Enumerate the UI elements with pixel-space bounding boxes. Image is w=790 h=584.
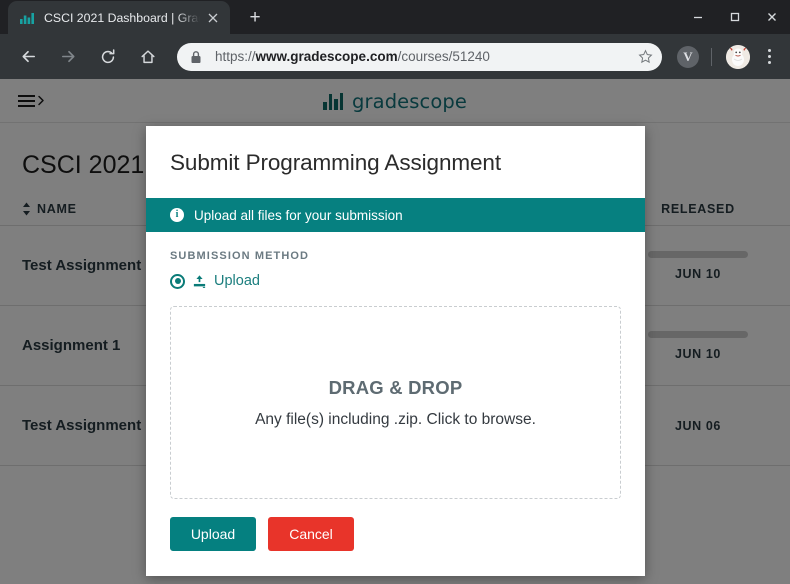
submission-method-label: Upload bbox=[214, 273, 260, 289]
file-dropzone[interactable]: DRAG & DROP Any file(s) including .zip. … bbox=[170, 306, 621, 499]
modal-actions: Upload Cancel bbox=[146, 499, 645, 551]
banner-text: Upload all files for your submission bbox=[194, 207, 403, 223]
browser-toolbar: https://www.gradescope.com/courses/51240… bbox=[0, 34, 790, 79]
radio-button-selected[interactable] bbox=[170, 273, 185, 289]
cancel-button[interactable]: Cancel bbox=[268, 517, 354, 551]
gradescope-barchart-favicon bbox=[19, 10, 35, 26]
modal-title: Submit Programming Assignment bbox=[170, 150, 501, 175]
url-host: www.gradescope.com bbox=[255, 49, 398, 64]
minimize-icon[interactable] bbox=[679, 0, 716, 34]
extension-icon[interactable]: V bbox=[677, 45, 699, 68]
forward-arrow-icon[interactable] bbox=[53, 42, 83, 72]
modal-info-banner: i Upload all files for your submission bbox=[146, 198, 645, 232]
modal-body: SUBMISSION METHOD Upload bbox=[146, 232, 645, 289]
dropzone-subtitle: Any file(s) including .zip. Click to bro… bbox=[255, 410, 536, 428]
back-arrow-icon[interactable] bbox=[13, 42, 43, 72]
star-icon[interactable] bbox=[632, 44, 658, 70]
dropzone-title: DRAG & DROP bbox=[328, 376, 463, 398]
lock-icon bbox=[190, 50, 204, 64]
browser-window: CSCI 2021 Dashboard | Grad + https://www… bbox=[0, 0, 790, 584]
upload-button[interactable]: Upload bbox=[170, 517, 256, 551]
window-controls bbox=[679, 0, 790, 34]
submit-assignment-modal: Submit Programming Assignment i Upload a… bbox=[146, 126, 645, 576]
new-tab-button[interactable]: + bbox=[241, 3, 269, 31]
section-label-submission-method: SUBMISSION METHOD bbox=[170, 250, 310, 262]
reload-icon[interactable] bbox=[93, 42, 123, 72]
tab-title: CSCI 2021 Dashboard | Grad bbox=[44, 10, 200, 25]
url-text: https://www.gradescope.com/courses/51240 bbox=[215, 49, 632, 64]
close-icon[interactable] bbox=[753, 0, 790, 34]
info-icon: i bbox=[170, 208, 184, 222]
avatar[interactable] bbox=[726, 44, 750, 69]
submission-method-option-upload[interactable]: Upload bbox=[170, 273, 621, 289]
address-bar[interactable]: https://www.gradescope.com/courses/51240 bbox=[177, 42, 662, 71]
browser-tab[interactable]: CSCI 2021 Dashboard | Grad bbox=[8, 1, 230, 34]
url-scheme: https:// bbox=[215, 49, 256, 64]
home-icon[interactable] bbox=[133, 42, 163, 72]
kebab-menu-icon[interactable] bbox=[756, 44, 782, 70]
url-path: /courses/51240 bbox=[397, 49, 490, 64]
close-icon[interactable] bbox=[204, 9, 222, 27]
tab-strip: CSCI 2021 Dashboard | Grad + bbox=[0, 0, 790, 34]
toolbar-divider bbox=[711, 47, 712, 66]
maximize-icon[interactable] bbox=[716, 0, 753, 34]
upload-icon bbox=[192, 274, 207, 289]
